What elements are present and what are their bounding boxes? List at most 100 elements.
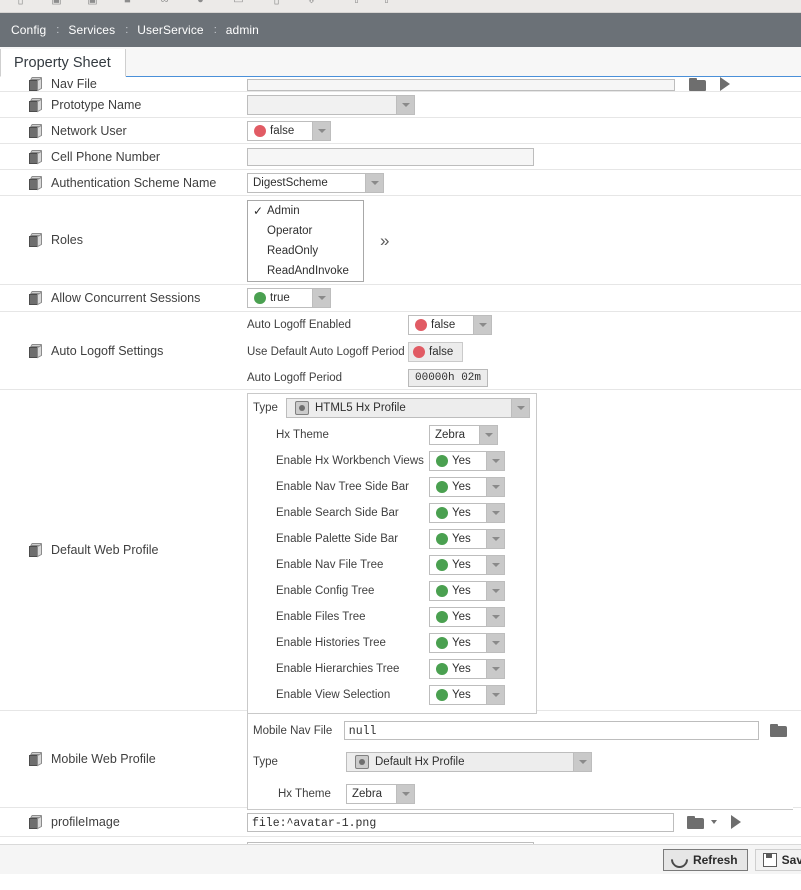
breadcrumb-item-services[interactable]: Services xyxy=(68,23,115,37)
mobile-nav-file-input[interactable]: null xyxy=(343,721,759,740)
row-nav-file[interactable]: Nav File xyxy=(0,77,801,92)
row-auth-scheme-name[interactable]: Authentication Scheme Name DigestScheme xyxy=(0,170,801,196)
allow-concurrent-sessions-combo[interactable]: true xyxy=(247,288,331,308)
row-cell-phone-number[interactable]: Cell Phone Number xyxy=(0,144,801,170)
enable-config-tree-combo[interactable]: Yes xyxy=(429,581,505,601)
screenshot-icon[interactable]: ▣ xyxy=(50,0,63,6)
row-label: Auto Logoff Settings xyxy=(51,343,164,358)
breadcrumb-item-userservice[interactable]: UserService xyxy=(137,23,203,37)
status-dot-true-icon xyxy=(436,481,448,493)
status-dot-false-icon xyxy=(413,345,425,358)
refresh-button[interactable]: Refresh xyxy=(662,847,748,872)
chevron-down-icon[interactable] xyxy=(486,478,504,496)
breadcrumb-item-admin[interactable]: admin xyxy=(226,23,259,37)
list-item[interactable]: Operator xyxy=(248,221,363,241)
save-button[interactable]: Sav xyxy=(754,848,801,871)
enable-search-side-bar-combo[interactable]: Yes xyxy=(429,503,505,523)
status-dot-true-icon xyxy=(436,663,448,675)
row-label: Authentication Scheme Name xyxy=(51,175,217,190)
enable-view-selection-combo[interactable]: Yes xyxy=(429,685,505,705)
chevron-down-icon[interactable] xyxy=(573,753,591,771)
status-dot-true-icon xyxy=(436,585,448,597)
row-allow-concurrent-sessions[interactable]: Allow Concurrent Sessions true xyxy=(0,285,801,312)
folder-icon[interactable] xyxy=(770,724,787,737)
enable-files-tree-combo[interactable]: Yes xyxy=(429,607,505,627)
folder-open-icon[interactable]: ▭ xyxy=(232,0,245,6)
chevron-down-icon[interactable] xyxy=(486,686,504,704)
chevron-down-icon[interactable] xyxy=(486,582,504,600)
play-icon[interactable] xyxy=(731,815,741,829)
chevron-down-icon[interactable] xyxy=(312,121,330,140)
list-item[interactable]: ReadOnly xyxy=(248,241,363,261)
nav-file-input[interactable] xyxy=(247,79,675,91)
list-item: Hx Theme Zebra xyxy=(253,422,530,448)
chevron-down-icon[interactable] xyxy=(479,426,497,444)
mobile-hx-theme-combo[interactable]: Zebra xyxy=(346,784,415,804)
mobile-web-profile-type-combo[interactable]: Default Hx Profile xyxy=(346,752,592,772)
play-icon[interactable] xyxy=(720,77,730,91)
row-roles[interactable]: Roles ✓ Admin Operator ReadOnly ReadAndI… xyxy=(0,196,801,285)
enable-hx-workbench-views-combo[interactable]: Yes xyxy=(429,451,505,471)
record-icon[interactable]: ● xyxy=(194,0,207,6)
cut-icon[interactable]: ■ xyxy=(121,0,134,6)
up-icon-2[interactable]: ⇧ xyxy=(380,0,393,6)
down-down-icon[interactable]: ⇩ xyxy=(305,0,318,6)
chevron-down-icon[interactable] xyxy=(396,785,414,803)
chevron-down-icon[interactable] xyxy=(486,608,504,626)
cell-phone-number-input[interactable] xyxy=(247,147,534,166)
expand-more-icon[interactable]: » xyxy=(380,232,389,249)
enable-hierarchies-tree-combo[interactable]: Yes xyxy=(429,659,505,679)
list-item: Enable Nav File Tree Yes xyxy=(253,552,530,578)
prototype-name-combo[interactable] xyxy=(247,94,415,115)
chevron-down-icon[interactable] xyxy=(486,660,504,678)
chevron-down-icon[interactable] xyxy=(486,530,504,548)
row-prototype-name[interactable]: Prototype Name xyxy=(0,92,801,118)
profile-type-icon xyxy=(295,401,309,415)
chevron-down-icon[interactable] xyxy=(711,820,717,824)
enable-histories-tree-combo[interactable]: Yes xyxy=(429,633,505,653)
folder-icon[interactable] xyxy=(689,78,706,91)
chevron-down-icon[interactable] xyxy=(511,399,529,417)
list-item[interactable]: ✓ Admin xyxy=(248,201,363,221)
chevron-down-icon[interactable] xyxy=(312,289,330,307)
row-default-web-profile[interactable]: Default Web Profile Type HTML5 Hx Profil… xyxy=(0,390,801,714)
screenshot-add-icon[interactable]: ▣ xyxy=(86,0,99,6)
tab-property-sheet[interactable]: Property Sheet xyxy=(0,49,126,77)
top-toolbar[interactable]: ▯ ▣ ▣ ■ ∞ ● ▭ ▯ ⇩ ⇧ ⇧ xyxy=(0,0,801,13)
chevron-down-icon[interactable] xyxy=(365,173,383,192)
hx-theme-combo[interactable]: Zebra xyxy=(429,425,498,445)
enable-palette-side-bar-combo[interactable]: Yes xyxy=(429,529,505,549)
profile-image-input[interactable]: file:^avatar-1.png xyxy=(247,812,674,832)
row-mobile-web-profile[interactable]: Mobile Web Profile Mobile Nav File null … xyxy=(0,711,801,810)
item-label: Enable Config Tree xyxy=(276,585,375,597)
breadcrumb-item-config[interactable]: Config xyxy=(11,23,46,37)
chevron-down-icon[interactable] xyxy=(396,95,414,114)
chevron-down-icon[interactable] xyxy=(486,452,504,470)
auto-logoff-enabled-combo[interactable]: false xyxy=(408,314,492,335)
auto-logoff-period-value[interactable]: 00000h 02m xyxy=(408,368,489,387)
allow-concurrent-sessions-text: true xyxy=(270,292,290,304)
row-network-user[interactable]: Network User false xyxy=(0,118,801,144)
up-icon[interactable]: ⇧ xyxy=(350,0,363,6)
property-cube-icon xyxy=(29,815,42,830)
save-icon[interactable]: ▯ xyxy=(270,0,283,6)
link-icon[interactable]: ∞ xyxy=(158,0,171,6)
chevron-down-icon[interactable] xyxy=(473,315,491,334)
chevron-down-icon[interactable] xyxy=(486,634,504,652)
chevron-down-icon[interactable] xyxy=(486,556,504,574)
role-label: Admin xyxy=(267,204,300,217)
window-icon[interactable]: ▯ xyxy=(14,0,27,6)
list-item[interactable]: ReadAndInvoke xyxy=(248,261,363,281)
enable-nav-file-tree-combo[interactable]: Yes xyxy=(429,555,505,575)
roles-list[interactable]: ✓ Admin Operator ReadOnly ReadAndInvoke xyxy=(247,199,364,282)
property-cube-icon xyxy=(29,291,42,306)
network-user-combo[interactable]: false xyxy=(247,120,331,141)
chevron-down-icon[interactable] xyxy=(486,504,504,522)
default-web-profile-type-combo[interactable]: HTML5 Hx Profile xyxy=(286,398,530,418)
folder-icon[interactable] xyxy=(687,815,704,829)
enable-nav-tree-side-bar-combo[interactable]: Yes xyxy=(429,477,505,497)
row-auto-logoff-settings[interactable]: Auto Logoff Settings Auto Logoff Enabled… xyxy=(0,312,801,390)
auth-scheme-combo[interactable]: DigestScheme xyxy=(247,172,384,193)
use-default-auto-logoff-value-box[interactable]: false xyxy=(408,341,464,362)
row-profile-image[interactable]: profileImage file:^avatar-1.png xyxy=(0,808,801,837)
